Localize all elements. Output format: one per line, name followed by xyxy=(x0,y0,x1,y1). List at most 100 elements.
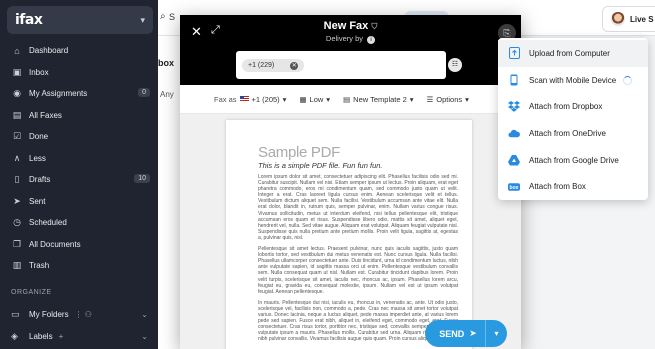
loading-spinner-icon xyxy=(623,75,632,85)
fax-options-bar: Fax as +1 (205) ▾ ▦ Low ▾ ▤ New Template… xyxy=(180,85,521,114)
organize-section-title: ORGANIZE xyxy=(11,289,52,296)
document-preview-area: Sample PDF This is a simple PDF file. Fu… xyxy=(180,114,521,349)
sidebar-nav: ⌂ Dashboard ▣ Inbox ◉ My Assignments 0 ▤… xyxy=(0,40,158,277)
modal-subtitle: Delivery by i xyxy=(180,34,521,44)
menu-item-label: Attach from Dropbox xyxy=(529,102,603,112)
sidebar-item-my-assignments[interactable]: ◉ My Assignments 0 xyxy=(0,83,158,105)
paperclip-icon: ⎘ xyxy=(503,28,511,38)
sidebar-item-label: Done xyxy=(29,132,49,142)
sidebar-item-less[interactable]: ∧ Less xyxy=(0,148,158,170)
options-select[interactable]: ☰ Options ▾ xyxy=(427,95,469,104)
us-flag-icon xyxy=(239,96,249,102)
chevron-down-icon: ⌄ xyxy=(141,331,148,341)
resolution-select[interactable]: ▦ Low ▾ xyxy=(299,95,330,104)
user-name: Live S xyxy=(630,14,654,24)
background-panel xyxy=(158,36,180,349)
sidebar-item-label: Inbox xyxy=(29,67,49,77)
fax-as-select[interactable]: Fax as +1 (205) ▾ xyxy=(214,95,286,104)
sidebar-item-all-faxes[interactable]: ▤ All Faxes xyxy=(0,105,158,127)
add-label-icon[interactable]: + xyxy=(59,332,64,341)
modal-subtitle-text: Delivery by xyxy=(325,34,363,43)
sidebar-item-done[interactable]: ☑ Done xyxy=(0,126,158,148)
document-paragraph: Pellentesque sit amet lectus. Praesent p… xyxy=(258,246,458,295)
menu-item-label: Attach from Google Drive xyxy=(529,155,619,165)
chevron-down-icon: ▾ xyxy=(465,94,469,104)
sidebar-item-label: My Assignments xyxy=(29,89,88,99)
search-input-fragment[interactable]: S xyxy=(169,12,175,22)
user-menu[interactable]: Live S xyxy=(602,6,655,32)
document-paragraph: Lorem ipsum dolor sit amet, consectetuer… xyxy=(258,174,458,241)
send-arrow-icon: ➤ xyxy=(469,328,477,338)
sidebar-item-all-documents[interactable]: ❐ All Documents xyxy=(0,234,158,256)
recipient-input[interactable]: +1 (229) ✕ xyxy=(236,51,446,79)
menu-item-box[interactable]: box Attach from Box xyxy=(498,173,648,200)
menu-item-upload-computer[interactable]: Upload from Computer xyxy=(498,40,648,67)
avatar xyxy=(611,12,625,26)
template-select[interactable]: ▤ New Template 2 ▾ xyxy=(343,95,414,104)
recipient-chip[interactable]: +1 (229) ✕ xyxy=(242,59,305,72)
sidebar-item-label: Labels xyxy=(29,331,53,341)
count-badge: 10 xyxy=(134,174,150,183)
menu-item-dropbox[interactable]: Attach from Dropbox xyxy=(498,93,648,120)
tag-icon: ◈ xyxy=(11,330,18,341)
sidebar-item-label: Dashboard xyxy=(29,46,69,56)
sidebar-item-scheduled[interactable]: ◷ Scheduled xyxy=(0,212,158,234)
fax-as-label: Fax as xyxy=(214,94,237,104)
background-heading: box xyxy=(158,58,175,68)
sidebar-item-my-folders[interactable]: ▭ My Folders ⋮ ⚇ ⌄ xyxy=(0,304,158,324)
sidebar-item-label: Trash xyxy=(29,261,50,271)
fax-as-value: +1 (205) xyxy=(251,94,280,104)
sidebar-item-labels[interactable]: ◈ Labels + ⌄ xyxy=(0,326,158,346)
folder-icon: ▭ xyxy=(11,308,20,319)
remove-recipient-icon[interactable]: ✕ xyxy=(290,61,299,70)
menu-item-label: Attach from OneDrive xyxy=(529,128,606,138)
menu-item-scan-mobile[interactable]: Scan with Mobile Device xyxy=(498,67,648,94)
send-label: SEND xyxy=(439,328,465,339)
documents-icon: ❐ xyxy=(12,238,22,249)
inbox-icon: ▣ xyxy=(12,66,22,77)
modal-title: New Fax ⛉ xyxy=(180,20,521,32)
printer-icon: ▤ xyxy=(12,109,22,120)
workspace-switcher[interactable]: ifax ▾ xyxy=(7,6,153,34)
chevron-down-icon: ⌄ xyxy=(141,309,148,319)
sidebar-item-label: My Folders xyxy=(29,309,69,319)
sidebar-item-label: Less xyxy=(29,153,46,163)
sidebar-item-label: Drafts xyxy=(29,175,51,185)
menu-item-google-drive[interactable]: Attach from Google Drive xyxy=(498,147,648,174)
menu-item-onedrive[interactable]: Attach from OneDrive xyxy=(498,120,648,147)
sidebar-item-label: Sent xyxy=(29,196,46,206)
mobile-icon xyxy=(508,74,520,86)
chevron-down-icon: ▾ xyxy=(494,329,499,338)
done-icon: ☑ xyxy=(12,131,22,142)
attach-menu: Upload from Computer Scan with Mobile De… xyxy=(498,38,648,200)
chevron-down-icon: ▾ xyxy=(326,94,331,104)
count-badge: 0 xyxy=(138,88,150,97)
google-drive-icon xyxy=(508,154,520,166)
assignments-icon: ◉ xyxy=(13,88,21,99)
dropbox-icon xyxy=(508,101,520,113)
sidebar-item-drafts[interactable]: ▯ Drafts 10 xyxy=(0,169,158,191)
home-icon: ⌂ xyxy=(14,45,20,56)
onedrive-icon xyxy=(508,127,520,139)
resolution-icon: ▦ xyxy=(299,94,307,104)
shield-icon: ⛉ xyxy=(371,22,378,31)
clock-icon: ◷ xyxy=(13,217,21,228)
resolution-value: Low xyxy=(309,94,324,104)
sidebar-item-label: All Faxes xyxy=(29,110,62,120)
document-subtitle: This is a simple PDF file. Fun fun fun. xyxy=(258,161,383,170)
sidebar-item-inbox[interactable]: ▣ Inbox xyxy=(0,62,158,84)
sidebar-item-trash[interactable]: ▥ Trash xyxy=(0,255,158,277)
send-main[interactable]: SEND ➤ xyxy=(425,328,485,339)
sidebar-item-dashboard[interactable]: ⌂ Dashboard xyxy=(0,40,158,62)
sidebar-item-label: Scheduled xyxy=(29,218,67,228)
send-button[interactable]: SEND ➤ ▾ xyxy=(425,320,507,347)
contacts-button[interactable]: ☷ xyxy=(448,58,462,72)
svg-text:box: box xyxy=(509,185,518,191)
menu-item-label: Attach from Box xyxy=(529,182,586,192)
trash-icon: ▥ xyxy=(12,260,22,271)
box-icon: box xyxy=(508,181,520,193)
sidebar-item-sent[interactable]: ➤ Sent xyxy=(0,191,158,213)
app-logo: ifax xyxy=(15,12,43,28)
menu-item-label: Scan with Mobile Device xyxy=(529,75,617,85)
info-icon[interactable]: i xyxy=(367,36,376,44)
